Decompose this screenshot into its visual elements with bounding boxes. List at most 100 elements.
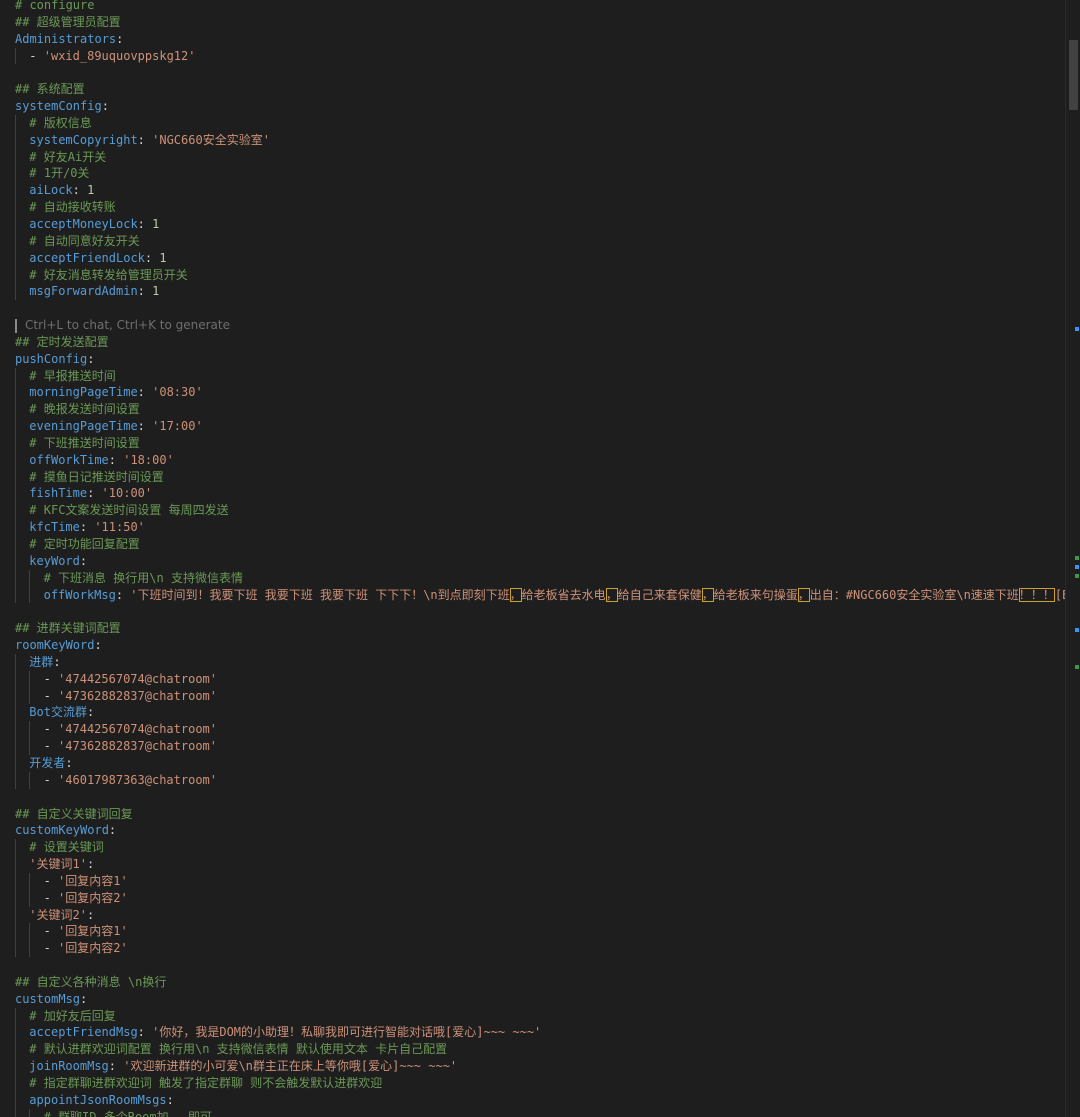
- code-line[interactable]: 开发者:: [0, 754, 1066, 772]
- indent-guide: [15, 1108, 16, 1117]
- code-line[interactable]: # 设置关键词: [0, 839, 1066, 857]
- code-line[interactable]: joinRoomMsg: '欢迎新进群的小可爱\n群主正在床上等你哦[爱心]~~…: [0, 1058, 1066, 1075]
- code-line[interactable]: # 自动同意好友开关: [0, 232, 1066, 250]
- code-line[interactable]: offWorkTime: '18:00': [0, 451, 1066, 469]
- code-line[interactable]: [0, 64, 1066, 81]
- code-line[interactable]: # 指定群聊进群欢迎词 触发了指定群聊 则不会触发默认进群欢迎: [0, 1075, 1066, 1092]
- indent-guide: [29, 687, 31, 705]
- line-content: # 晚报发送时间设置: [15, 402, 140, 417]
- code-line[interactable]: aiLock: 1: [0, 182, 1066, 200]
- code-token-str: ，: [605, 587, 618, 602]
- code-line[interactable]: # 好友Ai开关: [0, 148, 1066, 166]
- code-line[interactable]: systemCopyright: 'NGC660安全实验室': [0, 131, 1066, 149]
- code-line[interactable]: # 默认进群欢迎词配置 换行用\n 支持微信表情 默认使用文本 卡片自己配置: [0, 1041, 1066, 1059]
- code-token-op: :: [137, 216, 153, 231]
- code-line[interactable]: # 版权信息: [0, 114, 1066, 132]
- code-token-cm: # 晚报发送时间设置: [29, 402, 140, 417]
- code-line[interactable]: # 自动接收转账: [0, 199, 1066, 216]
- code-line[interactable]: kfcTime: '11:50': [0, 519, 1066, 536]
- code-line[interactable]: - '回复内容2': [0, 940, 1066, 958]
- code-line[interactable]: ## 自定义各种消息 \n换行: [0, 974, 1066, 991]
- code-line[interactable]: offWorkMsg: '下班时间到！我要下班 我要下班 我要下班 下下下！\n…: [0, 586, 1066, 604]
- code-token-cm: # configure: [15, 0, 95, 12]
- code-line[interactable]: - '回复内容2': [0, 889, 1066, 907]
- text-cursor: [15, 318, 17, 333]
- code-line[interactable]: # 下班推送时间设置: [0, 434, 1066, 452]
- indent-guide: [29, 889, 31, 907]
- code-line[interactable]: 进群:: [0, 653, 1066, 671]
- line-content: joinRoomMsg: '欢迎新进群的小可爱\n群主正在床上等你哦[爱心]~~…: [15, 1059, 457, 1073]
- code-token-str: '47442567074@chatroom': [58, 722, 217, 737]
- code-line[interactable]: # KFC文案发送时间设置 每周四发送: [0, 502, 1066, 520]
- vertical-scrollbar[interactable]: [1065, 0, 1080, 1117]
- code-lines[interactable]: # configure ## 超级管理员配置 Administrators: - 'w…: [0, 0, 1066, 1117]
- code-line[interactable]: # 晚报发送时间设置: [0, 401, 1066, 419]
- code-token-cm: ## 自定义关键词回复: [15, 806, 133, 821]
- code-line[interactable]: ## 超级管理员配置: [0, 14, 1066, 31]
- code-token-cm: ## 系统配置: [15, 82, 85, 97]
- scrollbar-thumb[interactable]: [1069, 40, 1078, 110]
- code-line[interactable]: msgForwardAdmin: 1: [0, 283, 1066, 301]
- indent-guide: [15, 687, 16, 705]
- code-line[interactable]: roomKeyWord:: [0, 637, 1066, 654]
- code-line[interactable]: Ctrl+L to chat, Ctrl+K to generate: [0, 317, 1066, 334]
- code-line[interactable]: systemConfig:: [0, 98, 1066, 115]
- code-line[interactable]: ## 定时发送配置: [0, 334, 1066, 351]
- code-line[interactable]: ## 进群关键词配置: [0, 620, 1066, 637]
- code-line[interactable]: # 下班消息 换行用\n 支持微信表情: [0, 569, 1066, 587]
- code-line[interactable]: - '47362882837@chatroom': [0, 687, 1066, 705]
- code-line[interactable]: acceptFriendLock: 1: [0, 249, 1066, 267]
- code-line[interactable]: # 摸鱼日记推送时间设置: [0, 468, 1066, 486]
- line-content: # 早报推送时间: [15, 369, 115, 383]
- code-line[interactable]: [0, 300, 1066, 317]
- line-content: ## 自定义关键词回复: [15, 807, 133, 821]
- code-line[interactable]: ## 系统配置: [0, 81, 1066, 98]
- code-line[interactable]: [0, 957, 1066, 974]
- code-line[interactable]: pushConfig:: [0, 351, 1066, 368]
- code-line[interactable]: - '47442567074@chatroom': [0, 670, 1066, 688]
- code-token-key: eveningPageTime: [29, 419, 138, 434]
- code-line[interactable]: # 定时功能回复配置: [0, 536, 1066, 553]
- code-line[interactable]: # 加好友后回复: [0, 1007, 1066, 1025]
- code-line[interactable]: - '47362882837@chatroom': [0, 738, 1066, 755]
- line-content: systemCopyright: 'NGC660安全实验室': [15, 133, 270, 147]
- code-line[interactable]: acceptMoneyLock: 1: [0, 215, 1066, 233]
- indent-guide: [15, 1041, 16, 1059]
- code-line[interactable]: - 'wxid_89uquovppskg12': [0, 47, 1066, 65]
- code-line[interactable]: - '回复内容1': [0, 872, 1066, 890]
- code-token-op: :: [86, 857, 95, 872]
- code-line[interactable]: fishTime: '10:00': [0, 485, 1066, 503]
- code-line[interactable]: customKeyWord:: [0, 822, 1066, 839]
- code-token-cm: # 自动接收转账: [29, 200, 116, 215]
- code-line[interactable]: [0, 789, 1066, 806]
- code-editor[interactable]: # configure ## 超级管理员配置 Administrators: - 'w…: [0, 0, 1080, 1117]
- code-line[interactable]: - '47442567074@chatroom': [0, 721, 1066, 739]
- line-content: acceptFriendLock: 1: [15, 251, 166, 265]
- code-line[interactable]: # 群聊ID 多个Room加 ，即可: [0, 1108, 1066, 1117]
- line-content: # 版权信息: [15, 116, 91, 130]
- code-line[interactable]: [0, 603, 1066, 620]
- code-line[interactable]: morningPageTime: '08:30': [0, 384, 1066, 402]
- line-content: roomKeyWord:: [15, 638, 102, 652]
- code-line[interactable]: # configure: [0, 0, 1066, 14]
- code-line[interactable]: customMsg:: [0, 991, 1066, 1008]
- code-token-key: fishTime: [29, 486, 88, 501]
- code-line[interactable]: keyWord:: [0, 552, 1066, 570]
- code-line[interactable]: # 1开/0关: [0, 165, 1066, 183]
- code-line[interactable]: - '46017987363@chatroom': [0, 771, 1066, 789]
- code-line[interactable]: # 好友消息转发给管理员开关: [0, 266, 1066, 284]
- code-line[interactable]: eveningPageTime: '17:00': [0, 418, 1066, 435]
- code-token-op: :: [79, 520, 95, 535]
- code-line[interactable]: acceptFriendMsg: '你好，我是DOM的小助理！私聊我即可进行智能…: [0, 1024, 1066, 1042]
- code-line[interactable]: '关键词1':: [0, 856, 1066, 873]
- code-line[interactable]: ## 自定义关键词回复: [0, 806, 1066, 823]
- code-line[interactable]: Bot交流群:: [0, 704, 1066, 722]
- code-token-str: 'wxid_89uquovppskg12': [43, 48, 196, 63]
- code-line[interactable]: - '回复内容1': [0, 923, 1066, 941]
- code-line[interactable]: '关键词2':: [0, 906, 1066, 924]
- code-line[interactable]: appointJsonRoomMsgs:: [0, 1091, 1066, 1109]
- code-line[interactable]: Administrators:: [0, 31, 1066, 48]
- code-token-str: 给老板省去水电: [521, 587, 606, 602]
- code-line[interactable]: # 早报推送时间: [0, 367, 1066, 385]
- code-token-str: '关键词2': [29, 907, 87, 922]
